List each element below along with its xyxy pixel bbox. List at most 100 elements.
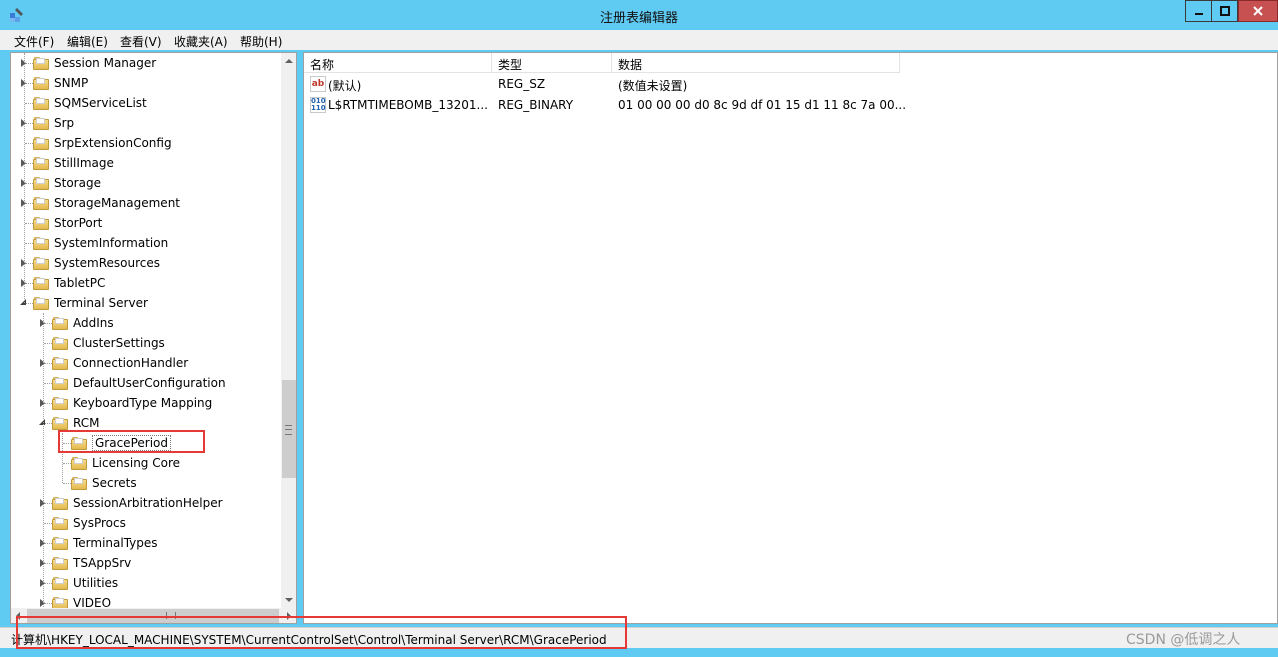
- tree-node-label: StorageManagement: [54, 196, 180, 210]
- collapse-arrow-icon[interactable]: [39, 419, 45, 425]
- column-header-type[interactable]: 类型: [492, 53, 612, 73]
- maximize-button[interactable]: [1211, 0, 1238, 22]
- folder-icon: [33, 197, 49, 210]
- column-header-name[interactable]: 名称: [304, 53, 492, 73]
- values-list[interactable]: 名称 类型 数据 ab (默认) REG_SZ (数值未设置) 010 110 …: [303, 52, 1278, 624]
- scroll-up-arrow-icon[interactable]: [285, 59, 293, 63]
- folder-icon: [33, 77, 49, 90]
- menu-help[interactable]: 帮助(H): [240, 33, 282, 50]
- menu-favorites[interactable]: 收藏夹(A): [174, 33, 228, 50]
- window-bottom-border: [0, 648, 1278, 657]
- tree-connector: [25, 163, 33, 164]
- tree-connector: [44, 403, 52, 404]
- tree-node[interactable]: SysProcs: [11, 513, 281, 533]
- value-name: L$RTMTIMEBOMB_13201...: [328, 98, 488, 112]
- folder-icon: [52, 337, 68, 350]
- highlight-status-path: [16, 616, 627, 649]
- tree-node[interactable]: SystemInformation: [11, 233, 281, 253]
- value-type: REG_BINARY: [498, 98, 574, 112]
- tree-connector: [63, 463, 71, 464]
- tree-node[interactable]: SessionArbitrationHelper: [11, 493, 281, 513]
- tree-vertical-scrollbar[interactable]: [281, 53, 296, 608]
- folder-icon: [33, 217, 49, 230]
- window-title: 注册表编辑器: [599, 11, 678, 26]
- tree-node[interactable]: Storage: [11, 173, 281, 193]
- tree-node[interactable]: KeyboardType Mapping: [11, 393, 281, 413]
- tree-node-label: Licensing Core: [92, 456, 181, 470]
- tree-connector: [44, 503, 52, 504]
- tree-node[interactable]: DefaultUserConfiguration: [11, 373, 281, 393]
- minimize-icon: [1194, 13, 1203, 15]
- tree-node[interactable]: SNMP: [11, 73, 281, 93]
- tree-node[interactable]: StorPort: [11, 213, 281, 233]
- tree-node[interactable]: StorageManagement: [11, 193, 281, 213]
- tree-node[interactable]: Utilities: [11, 573, 281, 593]
- tree-node-label: SystemResources: [54, 256, 161, 270]
- tree-connector: [44, 603, 52, 604]
- tree-node[interactable]: StillImage: [11, 153, 281, 173]
- tree-node[interactable]: Session Manager: [11, 53, 281, 73]
- tree-connector: [25, 243, 33, 244]
- tree-node[interactable]: TSAppSrv: [11, 553, 281, 573]
- menu-view[interactable]: 查看(V): [120, 33, 162, 50]
- maximize-icon: [1219, 6, 1230, 16]
- tree-node[interactable]: ClusterSettings: [11, 333, 281, 353]
- tree-connector: [44, 363, 52, 364]
- tree-node[interactable]: SrpExtensionConfig: [11, 133, 281, 153]
- folder-icon: [71, 457, 87, 470]
- tree-node-label: TabletPC: [54, 276, 106, 290]
- value-data: 01 00 00 00 d0 8c 9d df 01 15 d1 11 8c 7…: [618, 98, 907, 112]
- tree-connector: [25, 183, 33, 184]
- menu-edit[interactable]: 编辑(E): [67, 33, 108, 50]
- value-name: (默认): [328, 79, 362, 93]
- folder-icon: [33, 137, 49, 150]
- close-button[interactable]: [1238, 0, 1278, 22]
- folder-icon: [52, 417, 68, 430]
- folder-icon: [52, 497, 68, 510]
- tree-node[interactable]: Srp: [11, 113, 281, 133]
- tree-connector: [25, 263, 33, 264]
- tree-node[interactable]: SystemResources: [11, 253, 281, 273]
- tree-node[interactable]: AddIns: [11, 313, 281, 333]
- folder-icon: [52, 377, 68, 390]
- column-header-name-label: 名称: [310, 58, 335, 72]
- column-header-data[interactable]: 数据: [612, 53, 900, 73]
- tree-node[interactable]: TerminalTypes: [11, 533, 281, 553]
- tree-node-label: Terminal Server: [54, 296, 148, 310]
- value-row-default[interactable]: ab (默认) REG_SZ (数值未设置): [304, 74, 1204, 94]
- tree-node[interactable]: Licensing Core: [11, 453, 281, 473]
- tree-connector: [25, 103, 33, 104]
- tree-node-label: RCM: [73, 416, 100, 430]
- value-row-timebomb[interactable]: 010 110 L$RTMTIMEBOMB_13201... REG_BINAR…: [304, 95, 1204, 115]
- tree-node[interactable]: ConnectionHandler: [11, 353, 281, 373]
- registry-tree[interactable]: Session Manager SNMP SQMServiceList Srp SrpE…: [10, 52, 297, 624]
- collapse-arrow-icon[interactable]: [20, 299, 26, 305]
- tree-node-label: Utilities: [73, 576, 119, 590]
- tree-node-label: SystemInformation: [54, 236, 169, 250]
- scroll-down-arrow-icon[interactable]: [285, 598, 293, 602]
- tree-connector: [25, 123, 33, 124]
- folder-icon: [52, 537, 68, 550]
- minimize-button[interactable]: [1185, 0, 1211, 22]
- tree-connector: [44, 383, 52, 384]
- menu-file[interactable]: 文件(F): [14, 33, 54, 50]
- folder-icon: [52, 397, 68, 410]
- folder-icon: [52, 357, 68, 370]
- column-header-data-label: 数据: [618, 58, 643, 72]
- string-value-icon: ab: [310, 76, 326, 92]
- tree-node[interactable]: SQMServiceList: [11, 93, 281, 113]
- tree-connector: [63, 483, 71, 484]
- folder-icon: [33, 97, 49, 110]
- tree-node-label: StillImage: [54, 156, 114, 170]
- value-data: (数值未设置): [618, 79, 688, 93]
- tree-node-label: TerminalTypes: [73, 536, 158, 550]
- folder-icon: [33, 257, 49, 270]
- tree-connector: [25, 143, 33, 144]
- tree-node-label: SessionArbitrationHelper: [73, 496, 223, 510]
- tree-node[interactable]: TabletPC: [11, 273, 281, 293]
- tree-connector: [44, 583, 52, 584]
- tree-node[interactable]: Terminal Server: [11, 293, 281, 313]
- tree-node[interactable]: Secrets: [11, 473, 281, 493]
- folder-icon: [71, 477, 87, 490]
- tree-node-label: SQMServiceList: [54, 96, 147, 110]
